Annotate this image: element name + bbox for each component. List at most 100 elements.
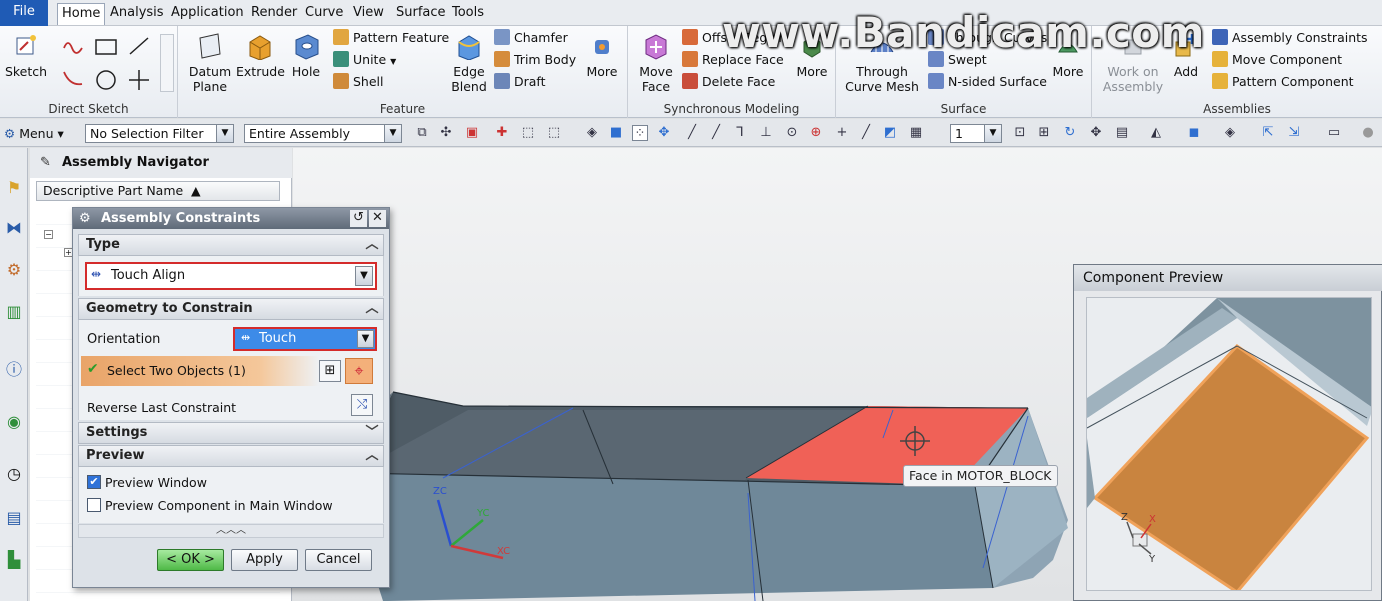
preview-section-header[interactable]: Preview ︿ bbox=[78, 445, 384, 467]
shell-button[interactable]: Shell bbox=[333, 72, 384, 92]
component-preview-view[interactable]: Z Y X bbox=[1086, 297, 1372, 591]
snap-icon[interactable]: ✚ bbox=[494, 125, 510, 141]
grid-icon[interactable]: ▦ bbox=[908, 125, 924, 141]
midpoint-icon[interactable]: ╱ bbox=[708, 125, 724, 141]
render-style-icon[interactable]: ▤ bbox=[1114, 125, 1130, 141]
geometry-section-header[interactable]: Geometry to Constrain ︿ bbox=[78, 298, 384, 320]
history-tab-icon[interactable]: ◷ bbox=[2, 462, 26, 486]
move-component-button[interactable]: Move Component bbox=[1212, 50, 1342, 70]
pole-icon[interactable]: ╱ bbox=[858, 125, 874, 141]
wcs-icon[interactable]: ⇱ bbox=[1260, 125, 1276, 141]
web-browser-tab-icon[interactable]: ◉ bbox=[2, 410, 26, 434]
tree-collapse-icon[interactable]: − bbox=[44, 230, 53, 239]
menu-surface[interactable]: Surface bbox=[392, 3, 450, 25]
filter-icon[interactable]: ⧉ bbox=[414, 125, 430, 141]
scope-select[interactable]: Entire Assembly ▼ bbox=[244, 124, 402, 143]
toolbar-options-icon[interactable]: ▭ bbox=[1326, 125, 1342, 141]
part-navigator-tab-icon[interactable]: ⚙ bbox=[2, 258, 26, 282]
lasso-icon[interactable]: ⬚ bbox=[520, 125, 536, 141]
assembly-constraints-button[interactable]: Assembly Constraints bbox=[1212, 28, 1368, 48]
type-dropdown[interactable]: ⇹ Touch Align ▼ bbox=[85, 262, 377, 290]
hole-button[interactable]: Hole bbox=[288, 32, 324, 79]
process-studio-tab-icon[interactable]: ▤ bbox=[2, 506, 26, 530]
cancel-button[interactable]: Cancel bbox=[305, 549, 372, 571]
intersection-icon[interactable]: ✥ bbox=[656, 125, 672, 141]
pattern-component-button[interactable]: Pattern Component bbox=[1212, 72, 1354, 92]
reverse-constraint-icon[interactable]: ⤭ bbox=[351, 394, 373, 416]
feature-more-button[interactable]: More bbox=[582, 32, 622, 79]
crosshair-select-icon[interactable]: ⌖ bbox=[345, 358, 373, 384]
tangent-icon[interactable]: ⊥ bbox=[758, 125, 774, 141]
cross-icon[interactable]: + bbox=[834, 125, 850, 141]
view-icon[interactable]: ◈ bbox=[584, 125, 600, 141]
ok-button[interactable]: < OK > bbox=[157, 549, 224, 571]
solid-icon[interactable]: ■ bbox=[608, 125, 624, 141]
chamfer-button[interactable]: Chamfer bbox=[494, 28, 568, 48]
zoom-icon[interactable]: ⊞ bbox=[1036, 125, 1052, 141]
rotate-icon[interactable]: ↻ bbox=[1062, 125, 1078, 141]
fit-icon[interactable]: ⊡ bbox=[1012, 125, 1028, 141]
sketch-button[interactable]: Sketch bbox=[4, 32, 48, 79]
record-icon[interactable]: ● bbox=[1360, 125, 1376, 141]
curve-icon[interactable]: ⅂ bbox=[732, 125, 748, 141]
info-tab-icon[interactable]: ⓘ bbox=[2, 358, 26, 382]
expand-more-icon[interactable]: ︿︿︿ bbox=[78, 524, 384, 538]
move-face-button[interactable]: Move Face bbox=[634, 32, 678, 94]
settings-section-header[interactable]: Settings ﹀ bbox=[78, 422, 384, 444]
chevron-down-icon: ▼ bbox=[984, 125, 1001, 142]
menu-curve[interactable]: Curve bbox=[301, 3, 347, 25]
close-icon[interactable]: ✕ bbox=[369, 210, 386, 227]
pattern-feature-button[interactable]: Pattern Feature bbox=[333, 28, 449, 48]
reuse-library-tab-icon[interactable]: ▥ bbox=[2, 300, 26, 324]
show-hide-icon[interactable]: ◈ bbox=[1222, 125, 1238, 141]
draft-button[interactable]: Draft bbox=[494, 72, 546, 92]
menu-home[interactable]: Home bbox=[57, 3, 106, 25]
settings-gear-icon[interactable]: ⚙ bbox=[79, 208, 91, 229]
pin-icon[interactable]: ✎ bbox=[40, 148, 51, 178]
datum-plane-button[interactable]: Datum Plane bbox=[188, 32, 232, 94]
center-icon[interactable]: ⊙ bbox=[784, 125, 800, 141]
type-section-header[interactable]: Type ︿ bbox=[78, 234, 384, 256]
constraint-navigator-tab-icon[interactable]: ⧓ bbox=[2, 216, 26, 240]
preview-axis-z-label: Z bbox=[1121, 512, 1128, 523]
menu-analysis[interactable]: Analysis bbox=[106, 3, 168, 25]
feature-select-icon[interactable]: ▣ bbox=[464, 125, 480, 141]
extrude-button[interactable]: Extrude bbox=[236, 32, 285, 79]
orientation-dropdown[interactable]: ⇹ Touch ▼ bbox=[233, 327, 377, 351]
menu-view[interactable]: View bbox=[349, 3, 388, 25]
menu-application[interactable]: Application bbox=[167, 3, 248, 25]
sketch-tools-icons[interactable] bbox=[60, 34, 160, 94]
point-snap-icon[interactable]: ⁘ bbox=[632, 125, 648, 141]
n-sided-surface-button[interactable]: N-sided Surface bbox=[928, 72, 1047, 92]
preview-window-checkbox[interactable]: ✔ bbox=[87, 475, 101, 489]
line-icon[interactable]: ╱ bbox=[684, 125, 700, 141]
preview-main-window-checkbox[interactable] bbox=[87, 498, 101, 512]
wcs-orient-icon[interactable]: ⇲ bbox=[1286, 125, 1302, 141]
pan-icon[interactable]: ✥ bbox=[1088, 125, 1104, 141]
sketch-gallery-scroll[interactable] bbox=[160, 34, 174, 92]
add-selection-icon[interactable]: ⊞ bbox=[319, 360, 341, 382]
apply-button[interactable]: Apply bbox=[231, 549, 298, 571]
quadrant-icon[interactable]: ⊕ bbox=[808, 125, 824, 141]
delete-face-button[interactable]: Delete Face bbox=[682, 72, 775, 92]
menu-render[interactable]: Render bbox=[247, 3, 301, 25]
menu-tools[interactable]: Tools bbox=[448, 3, 488, 25]
selection-filter-select[interactable]: No Selection Filter ▼ bbox=[85, 124, 234, 143]
menu-button[interactable]: ⚙ Menu ▾ bbox=[4, 124, 64, 143]
unite-button[interactable]: Unite ▼ bbox=[333, 50, 396, 70]
menu-file[interactable]: File bbox=[0, 0, 48, 26]
reset-icon[interactable]: ↺ bbox=[350, 210, 367, 227]
orient-view-icon[interactable]: ◭ bbox=[1148, 125, 1164, 141]
select-icon[interactable]: ✣ bbox=[438, 125, 454, 141]
selection-tooltip: Face in MOTOR_BLOCK bbox=[903, 465, 1058, 487]
work-layer-icon[interactable]: ◼ bbox=[1186, 125, 1202, 141]
edge-blend-button[interactable]: Edge Blend bbox=[448, 32, 490, 94]
trim-body-button[interactable]: Trim Body bbox=[494, 50, 576, 70]
roles-tab-icon[interactable]: ▙ bbox=[2, 548, 26, 572]
navigator-column-header[interactable]: Descriptive Part Name ▲ bbox=[36, 181, 280, 201]
face-snap-icon[interactable]: ◩ bbox=[882, 125, 898, 141]
rectangle-select-icon[interactable]: ⬚ bbox=[546, 125, 562, 141]
layer-select[interactable]: 1 ▼ bbox=[950, 124, 1002, 143]
assembly-navigator-tab-icon[interactable]: ⚑ bbox=[2, 176, 26, 200]
select-objects-row[interactable]: ✔ Select Two Objects (1) bbox=[81, 356, 319, 386]
